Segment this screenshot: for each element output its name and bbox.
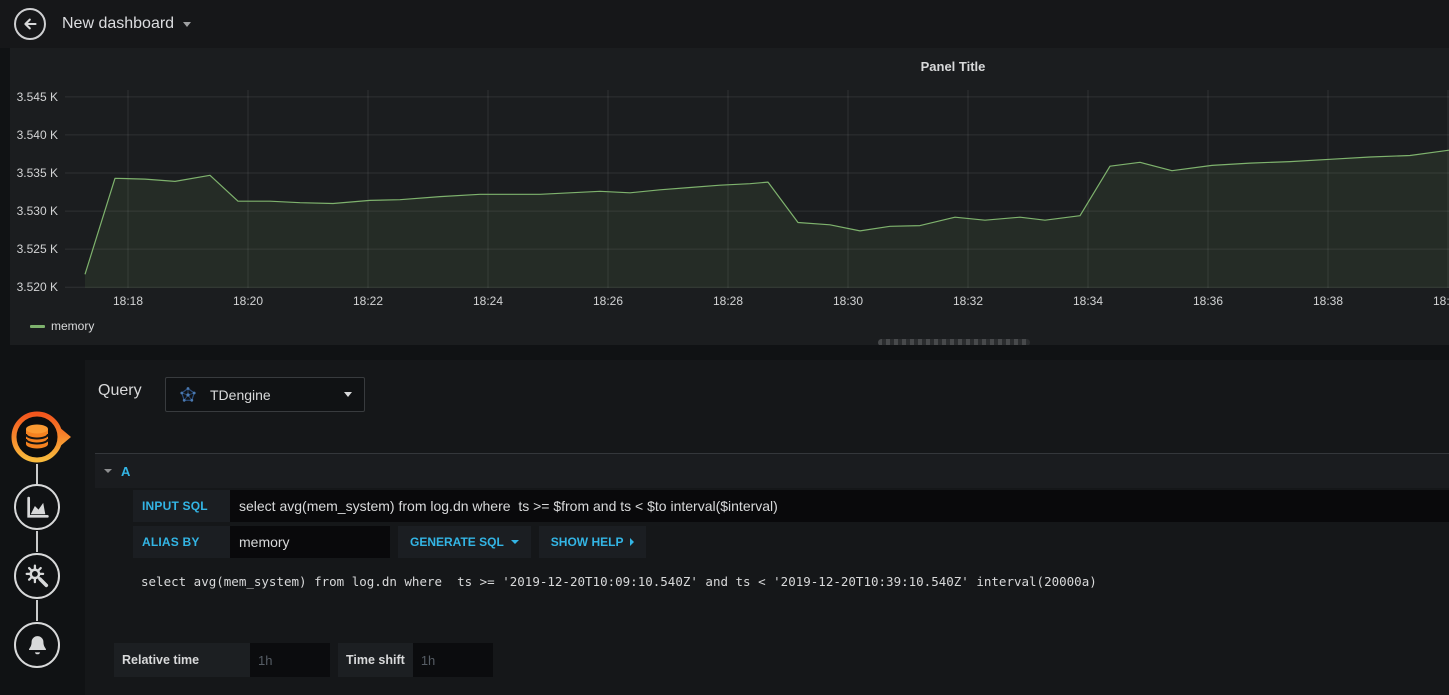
relative-time-label: Relative time — [122, 653, 200, 667]
svg-text:18:28: 18:28 — [713, 294, 743, 308]
tab-connector-line — [36, 464, 38, 484]
time-shift-input[interactable] — [412, 643, 493, 677]
database-queries-icon — [11, 411, 71, 463]
legend-item-memory[interactable]: memory — [30, 319, 94, 333]
query-section-label: Query — [98, 382, 142, 399]
generate-sql-button[interactable]: GENERATE SQL — [398, 526, 531, 558]
query-editor-section: Query TDengine A INPUT SQL ALIAS BY GENE… — [85, 360, 1449, 695]
show-help-label: SHOW HELP — [550, 535, 624, 549]
tab-general[interactable] — [14, 553, 60, 599]
chevron-down-icon — [344, 392, 352, 397]
svg-text:18:18: 18:18 — [113, 294, 143, 308]
dashboard-title: New dashboard — [62, 15, 175, 32]
tab-connector-line — [36, 531, 38, 552]
datasource-name: TDengine — [210, 386, 271, 403]
top-header: New dashboard — [0, 0, 1449, 48]
svg-text:3.520 K: 3.520 K — [17, 280, 58, 294]
tab-visualization[interactable] — [14, 484, 60, 530]
query-ref-id: A — [121, 463, 131, 479]
svg-text:3.530 K: 3.530 K — [17, 204, 58, 218]
timeseries-chart[interactable]: 18:18 18:20 18:22 18:24 18:26 18:28 18:30 18:32… — [10, 48, 1449, 345]
svg-text:18:24: 18:24 — [473, 294, 503, 308]
query-time-options: Relative time Time shift — [114, 643, 493, 677]
spacer — [330, 643, 338, 677]
chevron-right-icon — [630, 538, 635, 546]
back-button[interactable] — [14, 8, 46, 40]
generated-sql-preview: select avg(mem_system) from log.dn where… — [141, 574, 1097, 589]
tdengine-logo-icon — [180, 386, 196, 402]
legend-label: memory — [51, 319, 95, 333]
chevron-down-icon — [183, 21, 192, 27]
svg-text:3.525 K: 3.525 K — [17, 242, 58, 256]
relative-time-input[interactable] — [250, 643, 330, 677]
show-help-button[interactable]: SHOW HELP — [538, 526, 647, 558]
tab-alert[interactable] — [14, 622, 60, 668]
chevron-down-icon — [510, 540, 519, 544]
tab-queries[interactable] — [6, 409, 74, 472]
svg-text:18:22: 18:22 — [353, 294, 383, 308]
collapse-caret-icon — [104, 469, 112, 473]
dashboard-title-dropdown[interactable]: New dashboard — [62, 15, 192, 33]
svg-text:3.540 K: 3.540 K — [17, 128, 58, 142]
svg-text:18:36: 18:36 — [1193, 294, 1223, 308]
alias-by-label: ALIAS BY — [133, 526, 230, 558]
horizontal-scrollbar[interactable] — [878, 339, 1030, 345]
chart-visualization-icon — [26, 496, 49, 518]
svg-text:18:40: 18:40 — [1433, 294, 1449, 308]
gear-wrench-icon — [25, 564, 48, 587]
svg-text:18:32: 18:32 — [953, 294, 983, 308]
time-shift-label: Time shift — [346, 653, 405, 667]
query-ref-row[interactable]: A — [95, 453, 1449, 488]
alias-by-row: ALIAS BY GENERATE SQL SHOW HELP — [133, 526, 647, 558]
svg-text:18:30: 18:30 — [833, 294, 863, 308]
bell-alert-icon — [28, 635, 46, 654]
tab-connector-line — [36, 600, 38, 621]
input-sql-row: INPUT SQL — [133, 490, 1449, 522]
datasource-picker[interactable]: TDengine — [165, 377, 365, 412]
svg-text:3.545 K: 3.545 K — [17, 90, 58, 104]
input-sql-field[interactable] — [230, 490, 1449, 522]
legend-color-dash — [30, 324, 45, 328]
svg-text:18:26: 18:26 — [593, 294, 623, 308]
graph-panel: Panel Title 18:18 18:20 18:22 18:24 18:26 18:… — [10, 48, 1449, 345]
svg-text:18:34: 18:34 — [1073, 294, 1103, 308]
generate-sql-label: GENERATE SQL — [410, 535, 504, 549]
alias-by-field[interactable] — [230, 526, 390, 558]
input-sql-label: INPUT SQL — [133, 490, 230, 522]
svg-text:18:20: 18:20 — [233, 294, 263, 308]
arrow-left-icon — [24, 18, 37, 30]
svg-text:18:38: 18:38 — [1313, 294, 1343, 308]
svg-text:3.535 K: 3.535 K — [17, 166, 58, 180]
